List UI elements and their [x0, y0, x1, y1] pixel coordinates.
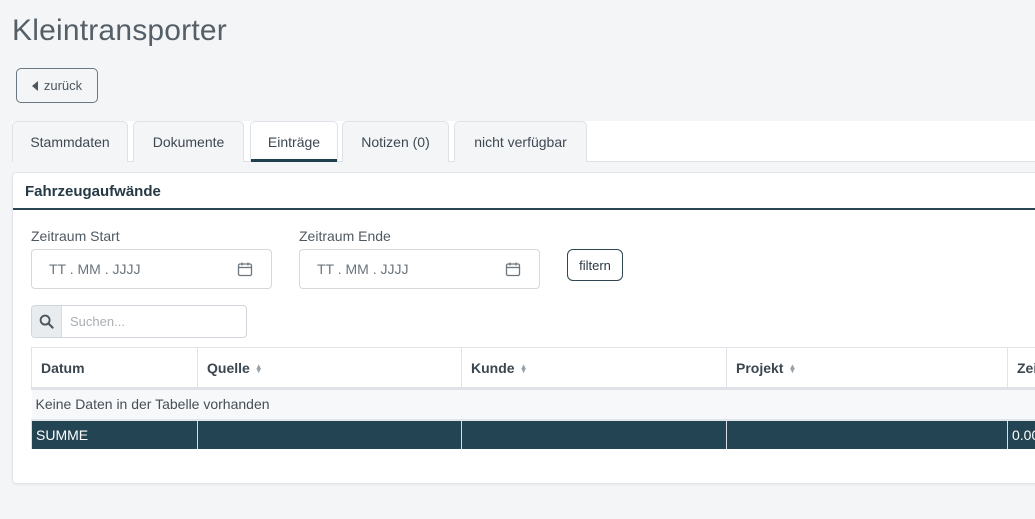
- tab-stammdaten[interactable]: Stammdaten: [12, 121, 128, 162]
- end-date-input[interactable]: TT . MM . JJJJ: [299, 249, 540, 289]
- sum-row-cell: [197, 419, 462, 449]
- search-icon: [32, 306, 62, 337]
- start-date-placeholder: TT . MM . JJJJ: [49, 261, 141, 277]
- column-header-zeit[interactable]: Zei: [1007, 347, 1035, 390]
- filter-button[interactable]: filtern: [567, 249, 623, 281]
- calendar-icon[interactable]: [237, 261, 253, 277]
- column-header-label: Projekt: [736, 359, 784, 376]
- sum-row-cell: [461, 419, 727, 449]
- page-title: Kleintransporter: [12, 14, 227, 47]
- empty-table-message: Keine Daten in der Tabelle vorhanden: [31, 388, 1035, 421]
- start-date-label: Zeitraum Start: [31, 228, 120, 244]
- tab-label: Dokumente: [152, 134, 225, 150]
- tab-dokumente[interactable]: Dokumente: [133, 121, 244, 162]
- end-date-placeholder: TT . MM . JJJJ: [317, 261, 409, 277]
- tab-label: Notizen (0): [361, 134, 430, 150]
- table-row: Keine Daten in der Tabelle vorhanden: [31, 388, 1035, 421]
- tab-eintraege[interactable]: Einträge: [250, 121, 338, 162]
- column-header-label: Datum: [41, 359, 85, 376]
- sum-row-total: 0.00: [1007, 419, 1035, 449]
- column-header-kunde[interactable]: Kunde ▲ ▼: [461, 347, 727, 390]
- sum-row: SUMME 0.00: [31, 419, 1035, 449]
- tab-strip: Stammdaten Dokumente Einträge Notizen (0…: [12, 121, 1035, 162]
- column-header-datum[interactable]: Datum: [31, 347, 198, 390]
- sort-icon: ▲ ▼: [254, 361, 263, 375]
- tab-label: Stammdaten: [30, 134, 110, 150]
- expenses-card: Fahrzeugaufwände Zeitraum Start TT . MM …: [12, 172, 1035, 484]
- tab-label: nicht verfügbar: [474, 134, 567, 150]
- calendar-icon[interactable]: [505, 261, 521, 277]
- back-button-label: zurück: [43, 78, 83, 93]
- start-date-input[interactable]: TT . MM . JJJJ: [31, 249, 272, 289]
- tab-label: Einträge: [267, 134, 321, 150]
- card-title: Fahrzeugaufwände: [13, 173, 1035, 210]
- tab-notizen[interactable]: Notizen (0): [342, 121, 449, 162]
- column-header-label: Kunde: [471, 359, 515, 376]
- search-input[interactable]: [62, 306, 246, 337]
- back-button[interactable]: zurück: [16, 68, 98, 103]
- caret-left-icon: [31, 80, 38, 91]
- sum-row-cell: [726, 419, 1008, 449]
- sum-row-label: SUMME: [31, 419, 198, 449]
- end-date-label: Zeitraum Ende: [299, 228, 391, 244]
- table-header-row: Datum Quelle ▲▼ Kunde ▲▼ Projekt ▲▼ Zei: [31, 347, 1035, 390]
- tab-nicht-verfuegbar[interactable]: nicht verfügbar: [454, 121, 587, 162]
- sort-icon: ▲ ▼: [519, 361, 528, 375]
- column-header-quelle[interactable]: Quelle ▲ ▼: [197, 347, 462, 390]
- sort-icon: ▲ ▼: [788, 361, 797, 375]
- search-box: [31, 305, 247, 338]
- expenses-table: Datum Quelle ▲▼ Kunde ▲▼ Projekt ▲▼ Zei Kei…: [31, 347, 1035, 449]
- column-header-label: Quelle: [207, 359, 250, 376]
- column-header-projekt[interactable]: Projekt ▲ ▼: [726, 347, 1008, 390]
- column-header-label: Zei: [1017, 359, 1035, 376]
